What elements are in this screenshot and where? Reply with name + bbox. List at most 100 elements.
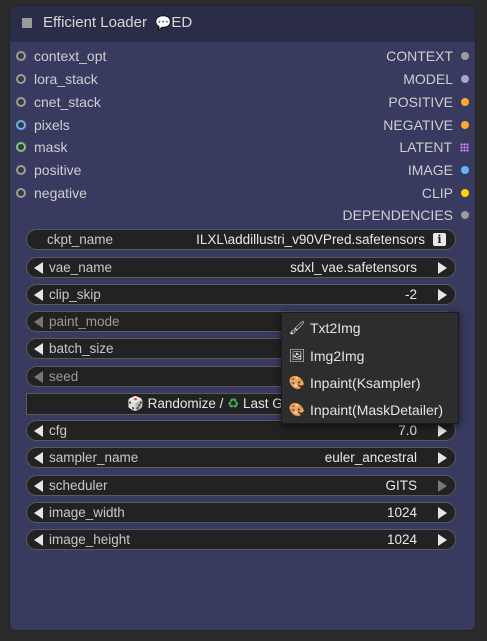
widget-label: batch_size (49, 341, 114, 356)
paintbrush-icon: 🖌 (288, 320, 306, 335)
widget-label: image_height (49, 532, 131, 547)
input-slot-positive[interactable]: positive (16, 160, 81, 180)
node-title-badge: ED (171, 14, 193, 31)
input-label: pixels (34, 117, 70, 133)
input-label: cnet_stack (34, 94, 101, 110)
output-socket-icon[interactable] (461, 166, 469, 174)
input-label: negative (34, 185, 87, 201)
speech-bubble-icon: 💬 (155, 15, 172, 30)
decrement-arrow-icon[interactable] (34, 507, 43, 519)
image-height-number[interactable]: image_height 1024 (26, 529, 456, 550)
output-slot-model[interactable]: MODEL (403, 69, 469, 89)
info-icon[interactable]: i (433, 233, 446, 246)
input-socket-icon[interactable] (16, 142, 26, 152)
decrement-arrow-icon[interactable] (34, 371, 43, 383)
output-socket-icon[interactable] (461, 52, 469, 60)
increment-arrow-icon[interactable] (438, 507, 447, 519)
input-label: positive (34, 162, 82, 178)
output-slot-latent[interactable]: LATENT (399, 137, 469, 157)
randomize-button-content: 🎲 Randomize / ♻ Last G (127, 396, 283, 412)
input-socket-icon[interactable] (16, 51, 26, 61)
ckpt-name-combo[interactable]: ckpt_name ILXL\addillustri_v90VPred.safe… (26, 229, 456, 250)
input-slot-cnet-stack[interactable]: cnet_stack (16, 92, 101, 112)
increment-arrow-icon[interactable] (438, 425, 447, 437)
widget-value: 1024 (386, 505, 417, 520)
output-slot-dependencies[interactable]: DEPENDENCIES (343, 205, 469, 225)
output-label: CLIP (421, 185, 453, 201)
decrement-arrow-icon[interactable] (34, 343, 43, 355)
paint-mode-dropdown-menu[interactable]: 🖌 Txt2Img 🖼 Img2Img 🎨 Inpaint(Ksampler) … (281, 312, 459, 424)
widget-label: scheduler (49, 478, 108, 493)
output-label: DEPENDENCIES (342, 207, 453, 223)
output-socket-icon[interactable] (461, 75, 469, 83)
increment-arrow-icon[interactable] (438, 289, 447, 301)
widget-value: GITS (385, 478, 417, 493)
widget-label: image_width (49, 505, 125, 520)
randomize-label: Randomize / (147, 396, 228, 411)
palette-icon: 🎨 (288, 402, 306, 417)
input-socket-icon[interactable] (16, 74, 26, 84)
input-slot-lora-stack[interactable]: lora_stack (16, 69, 98, 89)
clip-skip-number[interactable]: clip_skip -2 (26, 284, 456, 305)
increment-arrow-icon[interactable] (438, 452, 447, 464)
menu-item-img2img[interactable]: 🖼 Img2Img (288, 345, 365, 367)
output-socket-icon[interactable] (461, 98, 469, 106)
input-label: context_opt (34, 48, 107, 64)
image-width-number[interactable]: image_width 1024 (26, 502, 456, 523)
last-gen-label: Last G (243, 396, 283, 411)
widget-label: seed (49, 369, 79, 384)
collapse-toggle[interactable] (22, 18, 32, 28)
input-socket-icon[interactable] (16, 120, 26, 130)
output-slot-image[interactable]: IMAGE (408, 160, 469, 180)
menu-item-txt2img[interactable]: 🖌 Txt2Img (288, 317, 361, 339)
node-title-bar[interactable]: Efficient Loader 💬ED (10, 6, 475, 42)
increment-arrow-icon[interactable] (438, 262, 447, 274)
increment-arrow-icon[interactable] (438, 480, 447, 492)
palette-icon: 🎨 (288, 375, 306, 390)
output-socket-icon[interactable] (461, 189, 469, 197)
decrement-arrow-icon[interactable] (34, 262, 43, 274)
output-socket-icon[interactable] (461, 211, 469, 219)
input-socket-icon[interactable] (16, 97, 26, 107)
menu-item-inpaint-ksampler[interactable]: 🎨 Inpaint(Ksampler) (288, 372, 421, 394)
output-slot-positive[interactable]: POSITIVE (388, 92, 469, 112)
input-slot-negative[interactable]: negative (16, 183, 87, 203)
input-slot-context-opt[interactable]: context_opt (16, 46, 106, 66)
decrement-arrow-icon[interactable] (34, 452, 43, 464)
input-socket-icon[interactable] (16, 165, 26, 175)
input-slot-pixels[interactable]: pixels (16, 115, 70, 135)
input-socket-icon[interactable] (16, 188, 26, 198)
vae-name-combo[interactable]: vae_name sdxl_vae.safetensors (26, 257, 456, 278)
decrement-arrow-icon[interactable] (34, 425, 43, 437)
dice-icon: 🎲 (127, 396, 144, 411)
output-slot-negative[interactable]: NEGATIVE (383, 115, 469, 135)
decrement-arrow-icon[interactable] (34, 289, 43, 301)
widget-label: paint_mode (49, 314, 120, 329)
scheduler-combo[interactable]: scheduler GITS (26, 475, 456, 496)
node-title-label: Efficient Loader (43, 14, 147, 31)
widget-value: euler_ancestral (324, 450, 417, 465)
sampler-name-combo[interactable]: sampler_name euler_ancestral (26, 447, 456, 468)
output-grid-socket-icon[interactable] (460, 142, 469, 152)
menu-item-label: Inpaint(Ksampler) (310, 375, 421, 391)
output-slot-clip[interactable]: CLIP (422, 183, 469, 203)
menu-item-inpaint-maskdetailer[interactable]: 🎨 Inpaint(MaskDetailer) (288, 399, 443, 421)
output-socket-icon[interactable] (461, 121, 469, 129)
output-label: CONTEXT (386, 48, 453, 64)
menu-item-label: Txt2Img (310, 320, 361, 336)
decrement-arrow-icon[interactable] (34, 316, 43, 328)
menu-item-label: Inpaint(MaskDetailer) (310, 402, 444, 418)
decrement-arrow-icon[interactable] (34, 534, 43, 546)
recycle-icon: ♻ (227, 396, 240, 411)
increment-arrow-icon[interactable] (438, 534, 447, 546)
widget-value: sdxl_vae.safetensors (290, 260, 417, 275)
widget-label: vae_name (49, 260, 113, 275)
output-slot-context[interactable]: CONTEXT (386, 46, 469, 66)
input-label: lora_stack (34, 71, 98, 87)
output-label: NEGATIVE (383, 117, 453, 133)
widget-value: 1024 (386, 532, 417, 547)
input-slot-mask[interactable]: mask (16, 137, 67, 157)
widget-value: 7.0 (398, 423, 417, 438)
menu-item-label: Img2Img (310, 348, 365, 364)
decrement-arrow-icon[interactable] (34, 480, 43, 492)
